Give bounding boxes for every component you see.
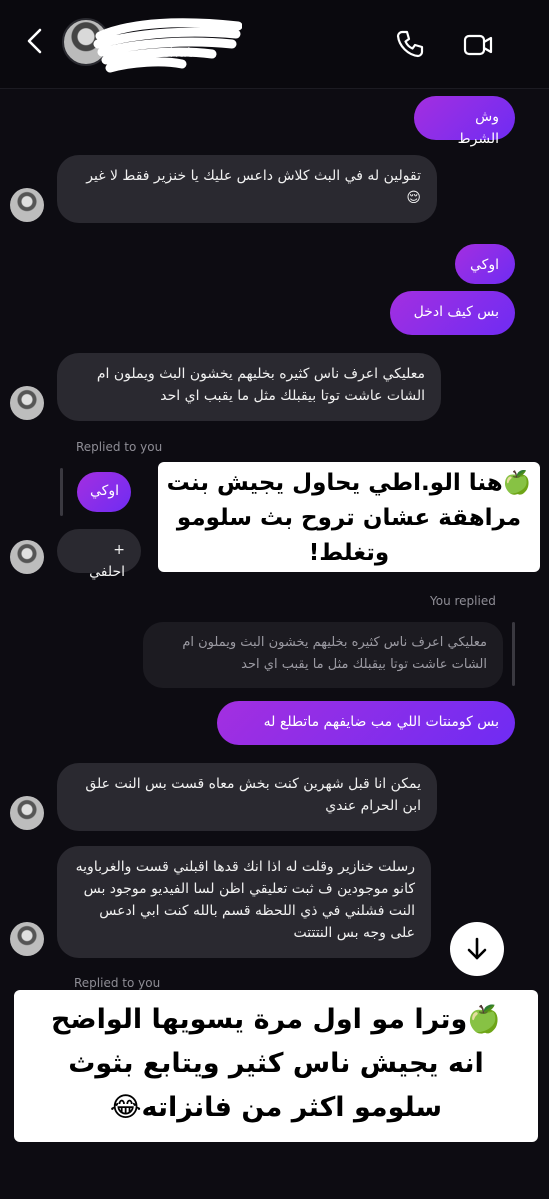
sender-avatar[interactable] bbox=[10, 188, 44, 222]
message-received[interactable]: يمكن انا قبل شهرين كنت بخش معاه قست بس ا… bbox=[57, 763, 437, 831]
overlay-caption-bottom: 🍏وترا مو اول مرة يسويها الواضح انه يجيش … bbox=[14, 990, 538, 1142]
message-received[interactable]: رسلت خنازير وقلت له اذا انك قدها اقبلني … bbox=[57, 846, 431, 958]
message-sent[interactable]: اوكي bbox=[455, 244, 515, 284]
phone-icon[interactable] bbox=[394, 28, 426, 60]
sender-avatar[interactable] bbox=[10, 386, 44, 420]
reply-label: Replied to you bbox=[76, 440, 163, 454]
message-sent[interactable]: وش الشرط bbox=[414, 96, 515, 147]
caption-line: انه يجيش ناس كثير ويتابع بثوث bbox=[68, 1048, 484, 1079]
caption-line: مراهقة عشان تروح بث سلومو bbox=[176, 505, 522, 531]
reply-label: Replied to you bbox=[74, 976, 161, 990]
overlay-caption-top: 🍏هنا الو.اطي يحاول يجيش بنت مراهقة عشان … bbox=[158, 462, 540, 572]
quoted-message[interactable]: اوكي bbox=[77, 472, 131, 512]
reply-label: You replied bbox=[430, 594, 496, 608]
caption-line: 🍏هنا الو.اطي يحاول يجيش بنت bbox=[166, 470, 532, 496]
scroll-to-bottom-button[interactable] bbox=[450, 922, 504, 976]
caption-line: سلومو اكثر من فانزاته😂 bbox=[109, 1092, 443, 1123]
reply-bar bbox=[512, 622, 515, 686]
arrow-down-icon bbox=[467, 937, 487, 960]
chat-header: s chat bbox=[0, 0, 549, 89]
quoted-message[interactable]: معليكي اعرف ناس كثيره بخليهم يخشون البث … bbox=[143, 622, 503, 688]
sender-avatar[interactable] bbox=[10, 796, 44, 830]
message-sent[interactable]: بس كومنتات اللي مب ضايفهم ماتطلع له bbox=[217, 701, 515, 745]
message-received[interactable]: + احلفي bbox=[57, 529, 141, 580]
message-sent[interactable]: بس كيف ادخل bbox=[390, 291, 515, 335]
sender-avatar[interactable] bbox=[10, 540, 44, 574]
reply-bar bbox=[60, 468, 63, 516]
redaction-scribble bbox=[93, 18, 242, 73]
message-received[interactable]: تقولين له في البث كلاش داعس عليك يا خنزي… bbox=[57, 155, 437, 223]
message-received[interactable]: معليكي اعرف ناس كثيره بخليهم يخشون البث … bbox=[57, 353, 441, 421]
sender-avatar[interactable] bbox=[10, 922, 44, 956]
caption-line: وتغلط! bbox=[308, 540, 390, 566]
video-camera-icon[interactable] bbox=[462, 30, 494, 60]
caption-line: 🍏وترا مو اول مرة يسويها الواضح bbox=[51, 1004, 501, 1035]
chevron-left-icon[interactable] bbox=[22, 26, 48, 56]
